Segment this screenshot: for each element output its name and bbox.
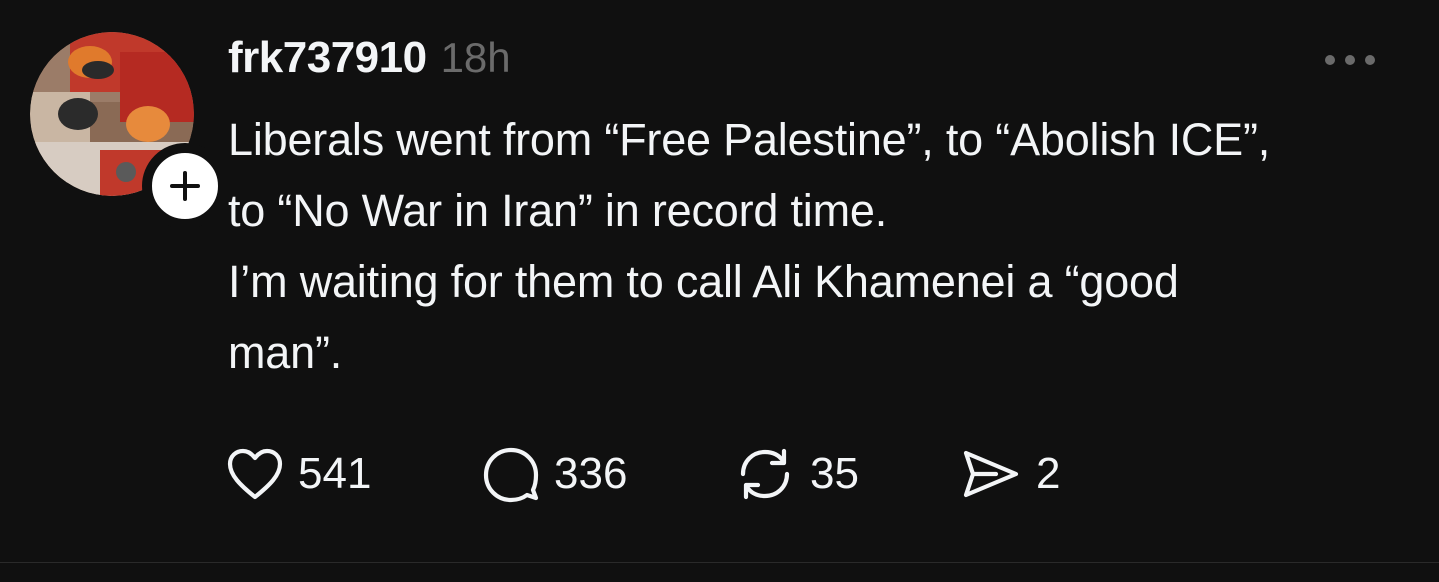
post-text-line: man”. [228,327,343,378]
reply-count: 336 [554,449,628,498]
timestamp: 18h [440,34,511,81]
divider [0,562,1439,563]
repost-icon [740,448,790,500]
send-icon [963,450,1019,498]
more-dots-icon [1325,55,1375,65]
thread-post: frk737910 18h Liberals went from “Free P… [0,0,1439,562]
action-bar: 541 336 35 2 [226,444,1060,504]
share-count: 2 [1036,449,1061,498]
post-text: Liberals went from “Free Palestine”, to … [228,104,1408,388]
more-options-button[interactable] [1322,48,1378,72]
post-header: frk737910 18h [228,30,511,86]
post-text-line: Liberals went from “Free Palestine”, to … [228,114,1271,165]
comment-icon [483,447,539,503]
share-button[interactable]: 2 [960,444,1060,504]
avatar-container [30,32,228,229]
post-text-line: I’m waiting for them to call Ali Khamene… [228,256,1179,307]
post-text-line: to “No War in Iran” in record time. [228,185,888,236]
like-count: 541 [298,449,372,498]
heart-icon [227,448,283,500]
repost-count: 35 [810,449,859,498]
username[interactable]: frk737910 [228,33,427,83]
reply-button[interactable]: 336 [482,444,734,504]
repost-button[interactable]: 35 [734,444,960,504]
like-button[interactable]: 541 [226,444,482,504]
plus-icon [170,171,200,201]
follow-button[interactable] [142,143,228,229]
